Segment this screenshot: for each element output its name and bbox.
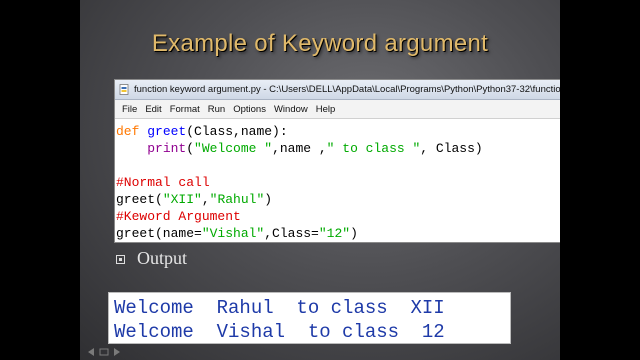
editor-titlebar[interactable]: function keyword argument.py - C:\Users\… — [115, 80, 560, 100]
editor-window-title: function keyword argument.py - C:\Users\… — [134, 84, 560, 95]
code-line-def: def greet(Class,name): — [116, 124, 288, 139]
editor-menubar: File Edit Format Run Options Window Help — [115, 100, 560, 119]
menu-edit[interactable]: Edit — [141, 104, 165, 115]
menu-run[interactable]: Run — [204, 104, 229, 115]
code-line-comment-normal: #Normal call — [116, 175, 210, 190]
output-line: Welcome Vishal to class 12 — [114, 321, 445, 343]
code-editor-text-area[interactable]: def greet(Class,name): print("Welcome ",… — [115, 119, 560, 242]
slide-navigation-controls[interactable] — [86, 344, 146, 356]
code-line-print: print("Welcome ",name ," to class ", Cla… — [147, 141, 483, 156]
code-line-comment-keyword: #Keword Argument — [116, 209, 241, 224]
program-output-panel: Welcome Rahul to class XII Welcome Vishal… — [108, 292, 511, 344]
idle-editor-window[interactable]: function keyword argument.py - C:\Users\… — [114, 79, 560, 243]
output-line: Welcome Rahul to class XII — [114, 297, 445, 319]
slide-title: Example of Keyword argument — [151, 30, 489, 57]
output-label: Output — [137, 248, 188, 268]
presentation-slide: Example of Keyword argument function key… — [80, 0, 560, 360]
menu-file[interactable]: File — [118, 104, 141, 115]
menu-help[interactable]: Help — [312, 104, 340, 115]
menu-options[interactable]: Options — [229, 104, 270, 115]
menu-window[interactable]: Window — [270, 104, 312, 115]
output-bullet: Output — [116, 248, 187, 269]
square-bullet-icon — [116, 255, 125, 264]
menu-format[interactable]: Format — [166, 104, 204, 115]
code-line-normal-call: greet("XII","Rahul") — [116, 192, 273, 207]
code-line-keyword-call: greet(name="Vishal",Class="12") — [116, 226, 358, 241]
python-file-icon — [119, 84, 130, 95]
